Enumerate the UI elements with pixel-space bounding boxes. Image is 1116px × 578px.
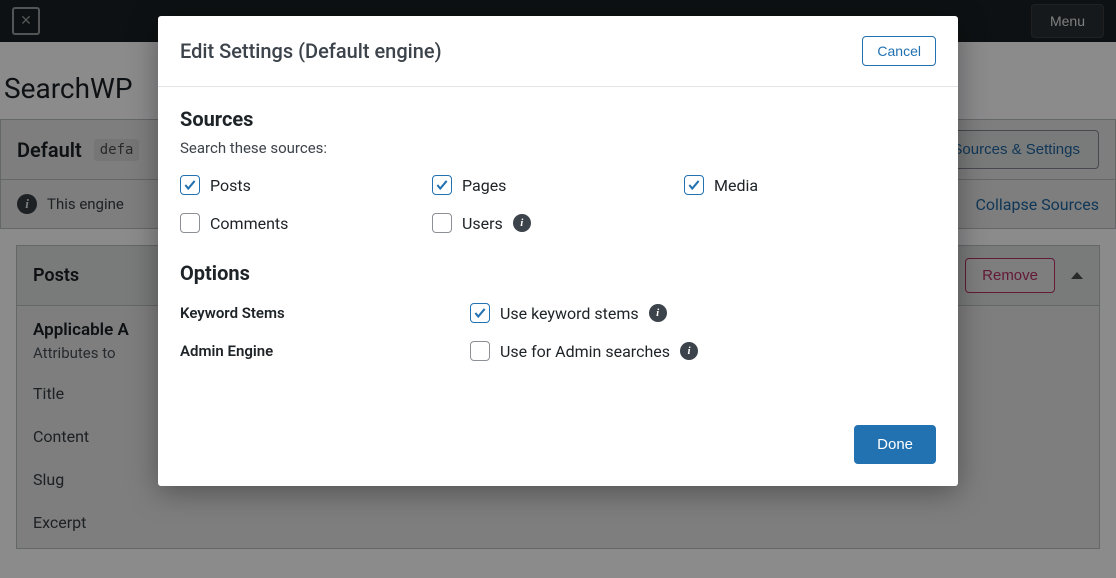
option-label: Keyword Stems — [180, 304, 470, 322]
option-desc: Use keyword stems — [500, 304, 639, 323]
option-desc: Use for Admin searches — [500, 342, 670, 361]
source-label: Posts — [210, 176, 251, 195]
checkbox-icon — [470, 303, 490, 323]
admin-engine-checkbox[interactable]: Use for Admin searches — [470, 341, 670, 361]
modal-overlay: Edit Settings (Default engine) Cancel So… — [0, 0, 1116, 578]
edit-settings-modal: Edit Settings (Default engine) Cancel So… — [158, 16, 958, 486]
sources-hint: Search these sources: — [180, 139, 936, 157]
checkbox-icon — [180, 213, 200, 233]
checkbox-icon — [432, 213, 452, 233]
checkbox-icon — [470, 341, 490, 361]
modal-header: Edit Settings (Default engine) Cancel — [158, 16, 958, 87]
source-label: Comments — [210, 214, 288, 233]
source-label: Pages — [462, 176, 506, 195]
modal-footer: Done — [158, 411, 958, 486]
info-icon[interactable]: i — [649, 304, 667, 322]
info-icon[interactable]: i — [513, 214, 531, 232]
done-button[interactable]: Done — [854, 425, 936, 464]
option-admin-engine: Admin Engine Use for Admin searches i — [180, 341, 936, 361]
source-checkbox-comments[interactable]: Comments — [180, 213, 432, 233]
source-checkbox-users[interactable]: Users i — [432, 213, 684, 233]
source-label: Users — [462, 214, 503, 233]
sources-grid: Posts Pages Media Comments Users i — [180, 175, 936, 233]
keyword-stems-checkbox[interactable]: Use keyword stems — [470, 303, 639, 323]
info-icon[interactable]: i — [680, 342, 698, 360]
option-keyword-stems: Keyword Stems Use keyword stems i — [180, 303, 936, 323]
source-checkbox-posts[interactable]: Posts — [180, 175, 432, 195]
checkbox-icon — [684, 175, 704, 195]
source-checkbox-media[interactable]: Media — [684, 175, 936, 195]
option-label: Admin Engine — [180, 342, 470, 360]
source-checkbox-pages[interactable]: Pages — [432, 175, 684, 195]
sources-heading: Sources — [180, 107, 936, 131]
checkbox-icon — [180, 175, 200, 195]
cancel-button[interactable]: Cancel — [862, 36, 936, 66]
checkbox-icon — [432, 175, 452, 195]
modal-title: Edit Settings (Default engine) — [180, 39, 442, 63]
modal-body: Sources Search these sources: Posts Page… — [158, 87, 958, 411]
source-label: Media — [714, 176, 758, 195]
options-heading: Options — [180, 261, 936, 285]
